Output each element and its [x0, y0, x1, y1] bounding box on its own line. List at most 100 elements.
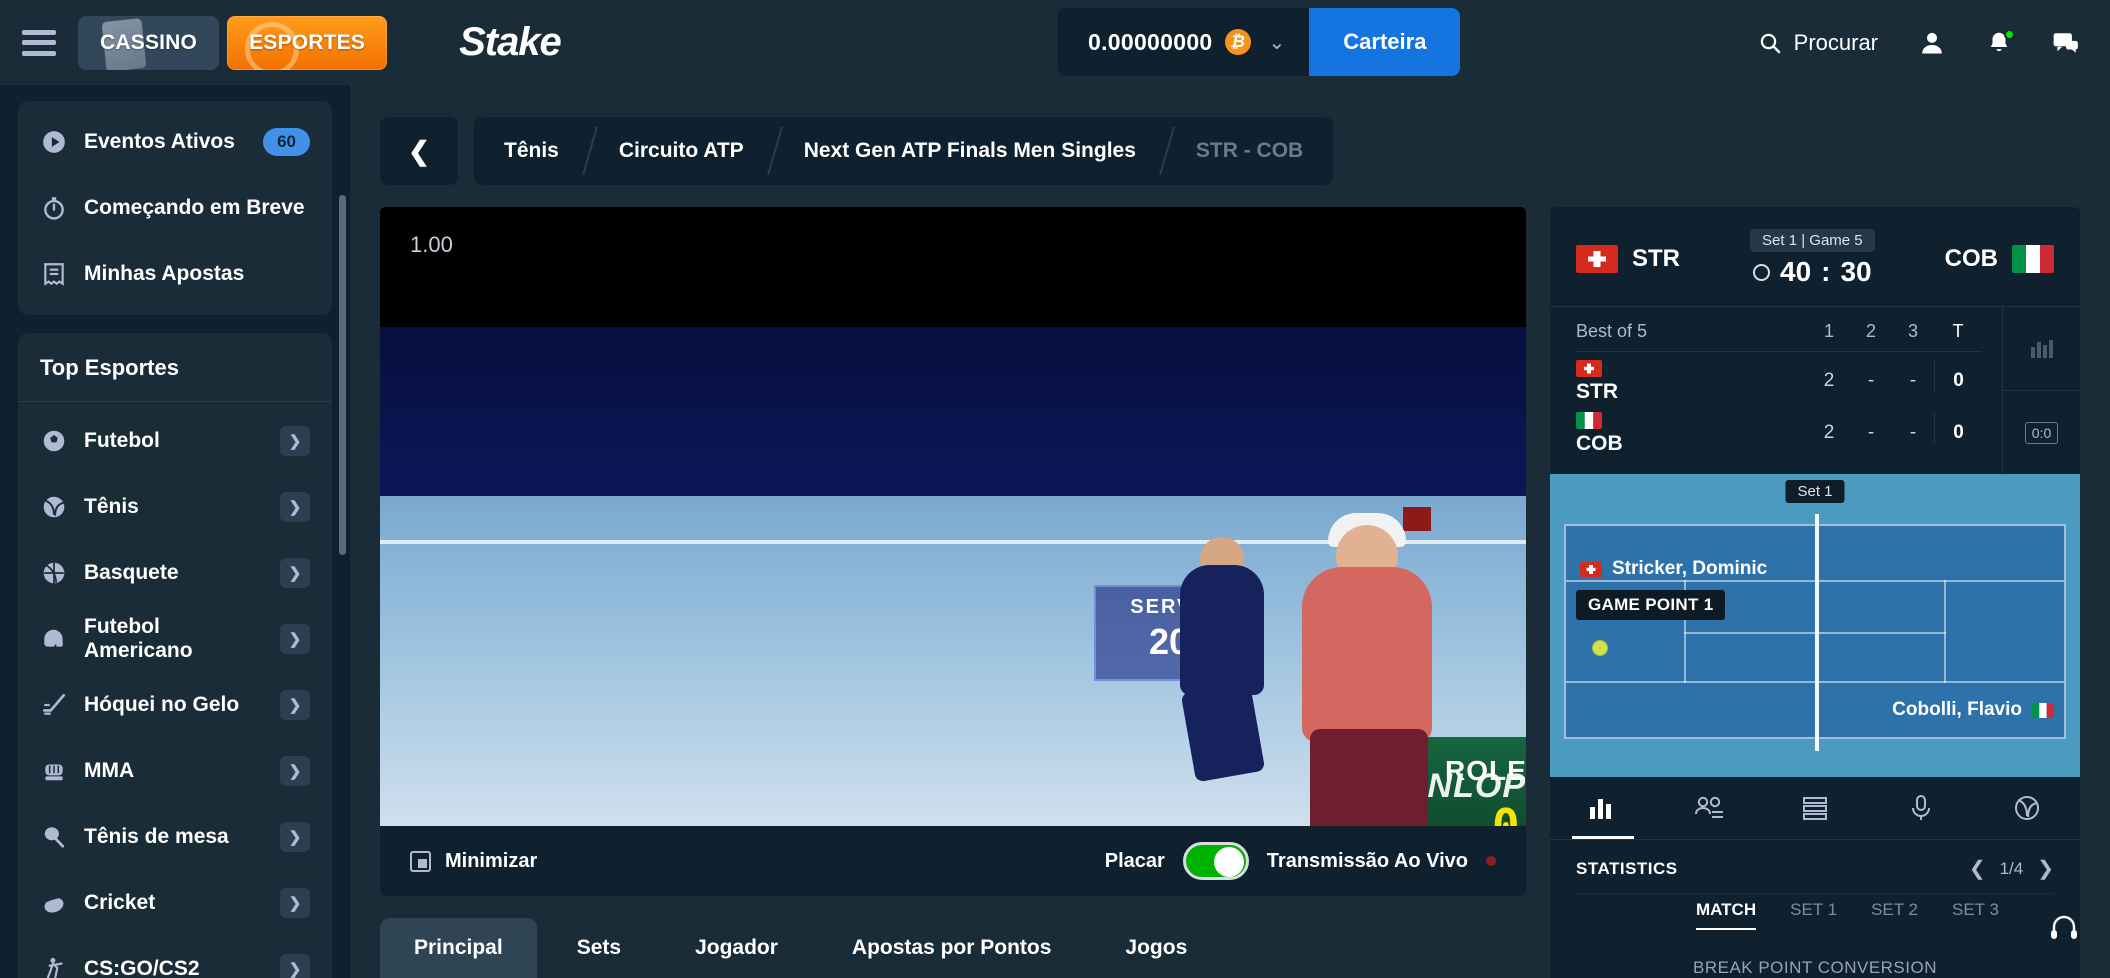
live-stream-label: Transmissão Ao Vivo — [1266, 849, 1468, 872]
column-header-2: 2 — [1865, 321, 1876, 341]
scoreboard-toggle[interactable] — [1182, 842, 1249, 881]
italy-flag — [2012, 244, 2054, 273]
chevron-right-icon[interactable]: ❯ — [280, 888, 310, 918]
top-navigation-bar: CASSINO ESPORTES Stake 0.00000000 ₿ ⌄ Ca… — [0, 0, 2110, 85]
switzerland-flag — [1580, 561, 1602, 577]
chevron-right-icon[interactable]: ❯ — [280, 426, 310, 456]
app-body: Eventos Ativos 60 Começando em Breve Min… — [0, 85, 2110, 978]
fist-icon — [40, 757, 68, 785]
balance-selector[interactable]: 0.00000000 ₿ ⌄ — [1058, 8, 1310, 76]
live-indicator-dot — [1486, 856, 1496, 867]
stopwatch-icon — [40, 194, 68, 222]
casino-button[interactable]: CASSINO — [78, 15, 220, 70]
headset-icon[interactable] — [2044, 908, 2084, 948]
back-button[interactable]: ❮ — [380, 117, 458, 185]
set2-home: - — [1867, 370, 1875, 391]
chevron-right-icon[interactable]: ❯ — [280, 822, 310, 852]
user-account-button[interactable] — [1918, 29, 1946, 57]
sidebar-item-label: Cricket — [84, 891, 156, 914]
row-team-away: COB — [1576, 412, 1808, 456]
sidebar-scrollbar[interactable] — [339, 195, 346, 555]
live-stream-player[interactable]: 1.00 SERVE 20 ROLEX 0:17 DUNLOP — [380, 207, 1526, 827]
match-scoreboard: STR Set 1 | Game 5 40 : 30 COB Best of 5… — [1550, 207, 2080, 474]
tab-principal[interactable]: Principal — [380, 918, 537, 978]
sidebar-item-label: Eventos Ativos — [84, 130, 235, 153]
game-score-chip: 0:0 — [2024, 421, 2059, 444]
sidebar-item-hoquei-no-gelo[interactable]: Hóquei no Gelo ❯ — [18, 672, 332, 738]
stats-tab-set3[interactable]: SET 3 — [1952, 900, 1999, 930]
sidebar-item-basquete[interactable]: Basquete ❯ — [18, 540, 332, 606]
game-score-button[interactable]: 0:0 — [2003, 390, 2080, 474]
chevron-right-icon[interactable]: ❯ — [280, 624, 310, 654]
chevron-right-icon[interactable]: ❯ — [280, 690, 310, 720]
sidebar-item-csgo-cs2[interactable]: CS:GO/CS2 ❯ — [18, 936, 332, 978]
top-sports-header: Top Esportes — [18, 333, 332, 402]
chevron-right-icon[interactable]: ❯ — [280, 954, 310, 978]
tab-apostas-por-pontos[interactable]: Apostas por Pontos — [818, 918, 1086, 978]
notifications-button[interactable] — [1986, 28, 2015, 56]
set-score-grid: Best of 5 1 2 3 T STR 2 - - 0 COB 2 - - … — [1550, 307, 2002, 474]
column-header-1: 1 — [1823, 321, 1834, 341]
left-sidebar: Eventos Ativos 60 Começando em Breve Min… — [0, 85, 350, 978]
chat-icon — [2053, 32, 2078, 53]
scoreboard-toggle-label: Placar — [1104, 849, 1165, 872]
set3-home: - — [1909, 370, 1917, 391]
market-tabs: Principal Sets Jogador Apostas por Ponto… — [380, 896, 1526, 978]
stats-tab-match[interactable]: MATCH — [1696, 900, 1757, 930]
sidebar-item-label: Basquete — [84, 561, 179, 584]
stats-tab-set1[interactable]: SET 1 — [1790, 900, 1837, 930]
ticket-icon — [40, 260, 68, 288]
chevron-right-icon[interactable]: ❯ — [280, 492, 310, 522]
stats-bars-icon[interactable] — [1550, 777, 1656, 839]
football-helmet-icon — [40, 625, 68, 653]
list-icon[interactable] — [1762, 777, 1868, 839]
tab-jogos[interactable]: Jogos — [1091, 918, 1221, 978]
sidebar-item-minhas-apostas[interactable]: Minhas Apostas — [18, 241, 332, 307]
column-header-total: T — [1952, 321, 1964, 341]
chevron-right-icon[interactable]: ❯ — [280, 558, 310, 588]
commentary-mic-icon[interactable] — [1868, 777, 1974, 839]
play-circle-icon — [40, 128, 68, 156]
sidebar-item-cricket[interactable]: Cricket ❯ — [18, 870, 332, 936]
toggle-knob — [1213, 847, 1244, 878]
sidebar-item-comecando-em-breve[interactable]: Começando em Breve — [18, 175, 332, 241]
chat-button[interactable] — [2052, 30, 2080, 56]
current-game-score: 40 : 30 — [1753, 256, 1872, 288]
search-button[interactable]: Procurar — [1758, 30, 1878, 56]
chevron-right-icon[interactable]: ❯ — [2037, 856, 2054, 881]
sidebar-quick-links: Eventos Ativos 60 Começando em Breve Min… — [18, 101, 332, 315]
balance-amount: 0.00000000 — [1088, 28, 1213, 55]
tennis-ball-icon[interactable] — [1974, 777, 2080, 839]
switzerland-flag — [1576, 244, 1618, 273]
tab-sets[interactable]: Sets — [543, 918, 655, 978]
stats-tab-set2[interactable]: SET 2 — [1871, 900, 1918, 930]
player-control-bar: Minimizar Placar Transmissão Ao Vivo — [380, 826, 1526, 896]
breadcrumb-bar: ❮ Tênis Circuito ATP Next Gen ATP Finals… — [350, 85, 2110, 207]
breadcrumb-item-tour[interactable]: Circuito ATP — [589, 117, 774, 185]
chevron-left-icon[interactable]: ❮ — [1969, 856, 1986, 881]
brand-logo[interactable]: Stake — [459, 20, 562, 65]
chevron-right-icon[interactable]: ❯ — [280, 756, 310, 786]
sidebar-item-futebol[interactable]: Futebol ❯ — [18, 408, 332, 474]
breadcrumb-item-tournament[interactable]: Next Gen ATP Finals Men Singles — [774, 117, 1166, 185]
sidebar-item-mma[interactable]: MMA ❯ — [18, 738, 332, 804]
tab-jogador[interactable]: Jogador — [661, 918, 812, 978]
row-team-abbr: STR — [1576, 380, 1618, 403]
minimize-icon — [410, 850, 431, 872]
breadcrumb-item-sport[interactable]: Tênis — [474, 117, 589, 185]
minimize-button[interactable]: Minimizar — [410, 850, 537, 873]
sidebar-item-tenis-de-mesa[interactable]: Tênis de mesa ❯ — [18, 804, 332, 870]
stats-bars-icon[interactable] — [2003, 307, 2080, 390]
stats-period-tabs: MATCH SET 1 SET 2 SET 3 — [1576, 893, 2054, 930]
sidebar-item-futebol-americano[interactable]: Futebol Americano ❯ — [18, 606, 332, 672]
wallet-button[interactable]: Carteira — [1309, 8, 1461, 76]
hamburger-icon[interactable] — [22, 29, 56, 56]
sports-button[interactable]: ESPORTES — [227, 15, 388, 70]
app-root: CASSINO ESPORTES Stake 0.00000000 ₿ ⌄ Ca… — [0, 0, 2110, 978]
row-team-abbr: COB — [1576, 432, 1623, 455]
sidebar-item-label: Tênis — [84, 495, 139, 518]
court-player-top-name: Stricker, Dominic — [1612, 558, 1768, 579]
sidebar-item-tenis[interactable]: Tênis ❯ — [18, 474, 332, 540]
lineups-icon[interactable] — [1656, 777, 1762, 839]
sidebar-item-eventos-ativos[interactable]: Eventos Ativos 60 — [18, 109, 332, 175]
